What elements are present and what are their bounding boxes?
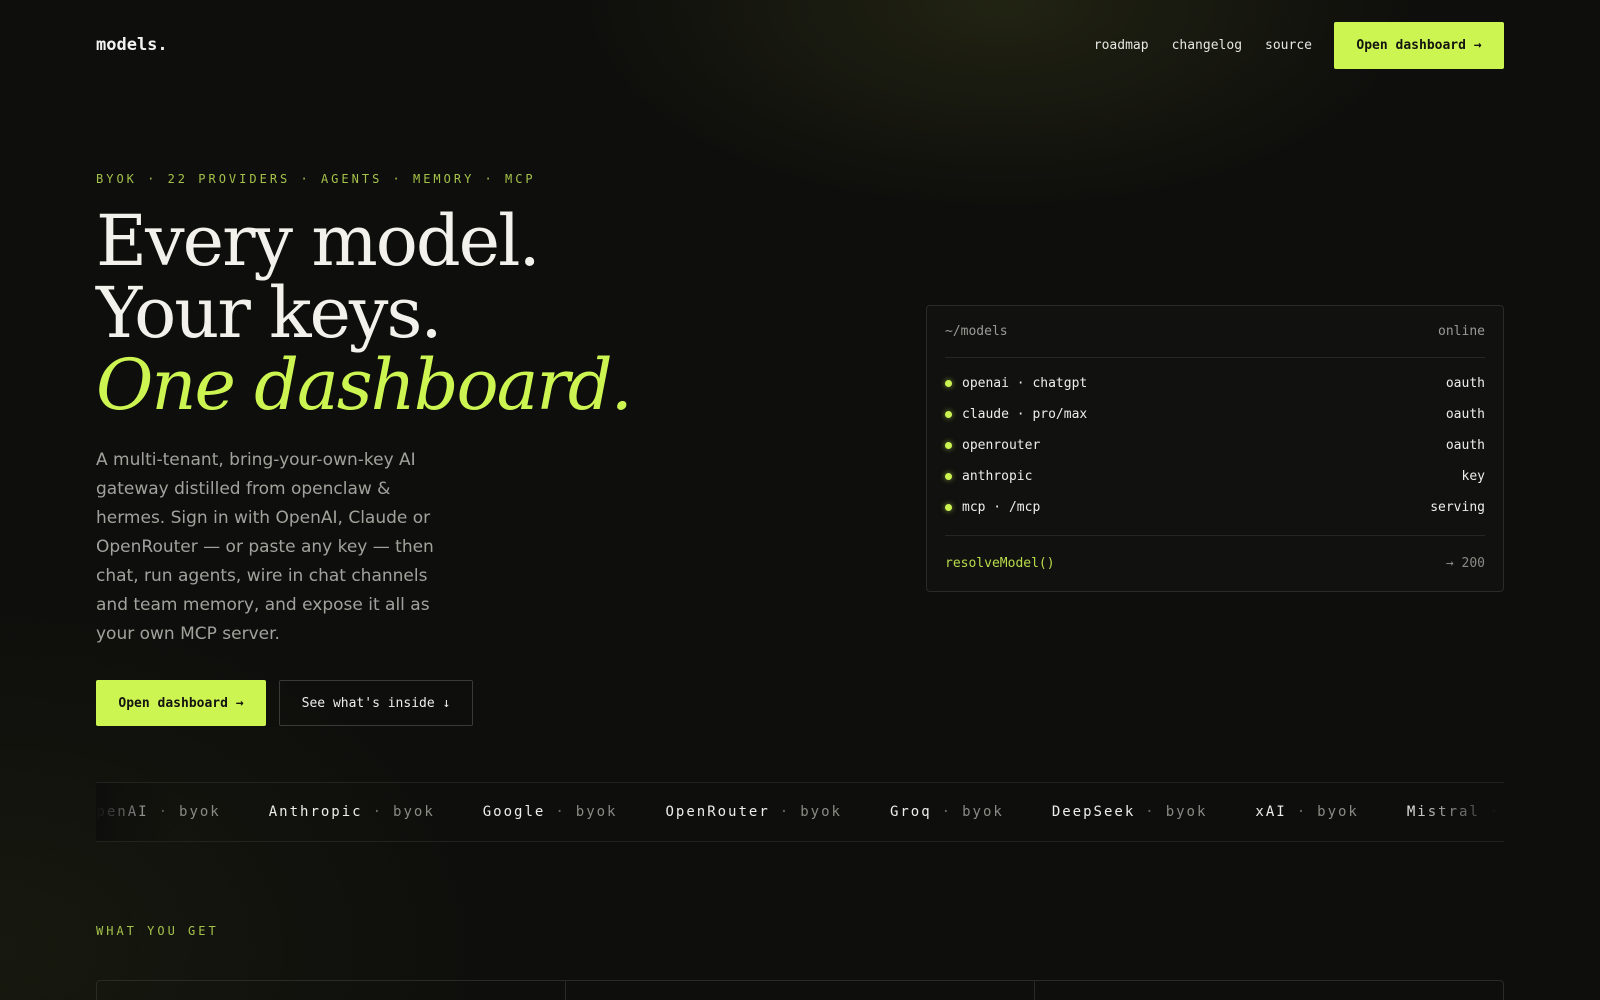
terminal-header: ~/models online (945, 306, 1485, 358)
feature-card (97, 981, 566, 1000)
provider-name: OpenRouter (665, 804, 770, 820)
open-dashboard-button[interactable]: Open dashboard → (96, 680, 266, 726)
nav-link-changelog[interactable]: changelog (1172, 38, 1242, 53)
features-grid (96, 980, 1504, 1000)
models-terminal-card: ~/models online openai · chatgpt oauth c… (926, 305, 1504, 592)
feature-card (566, 981, 1035, 1000)
separator: · (941, 804, 953, 820)
provider-name: Google (482, 804, 546, 820)
terminal-row-name: mcp · /mcp (962, 500, 1041, 515)
provider-tag: byok (1317, 804, 1359, 820)
terminal-rows: openai · chatgpt oauth claude · pro/max … (945, 358, 1485, 523)
terminal-row: openai · chatgpt oauth (945, 368, 1485, 399)
terminal-path: ~/models (945, 324, 1008, 339)
terminal-row-name: claude · pro/max (962, 407, 1088, 422)
separator: · (158, 804, 170, 820)
hero-headline: Every model. Your keys. One dashboard. (96, 200, 633, 426)
separator: · (1296, 804, 1308, 820)
provider-tag: byok (962, 804, 1004, 820)
nav-open-dashboard-button[interactable]: Open dashboard → (1334, 21, 1504, 69)
terminal-row-auth: oauth (1445, 376, 1485, 391)
terminal-row: anthropic key (945, 461, 1485, 492)
separator: · (779, 804, 791, 820)
marquee-item: Mistral·byok (1407, 804, 1504, 820)
terminal-row-auth: oauth (1445, 407, 1485, 422)
feature-card (1035, 981, 1503, 1000)
terminal-response: → 200 (1445, 556, 1485, 571)
terminal-row: openrouter oauth (945, 430, 1485, 461)
terminal-row-name: anthropic (962, 469, 1033, 484)
terminal-row: mcp · /mcp serving (945, 492, 1485, 523)
status-dot-icon (945, 442, 952, 449)
marquee-item: OpenAI · byok (96, 804, 221, 820)
provider-name: Anthropic (268, 804, 363, 820)
marquee-item: OpenRouter · byok (665, 804, 841, 820)
status-dot-icon (945, 411, 952, 418)
status-dot-icon (945, 473, 952, 480)
terminal-footer: resolveModel() → 200 (945, 535, 1485, 591)
terminal-status: online (1438, 324, 1485, 339)
provider-tag: byok (179, 804, 221, 820)
provider-name: Groq (889, 804, 932, 820)
nav-links: roadmap changelog source Open dashboard … (1071, 21, 1504, 69)
marquee-item: Anthropic · byok (269, 804, 435, 820)
see-whats-inside-button[interactable]: See what's inside ↓ (279, 680, 473, 726)
marquee-item: DeepSeek · byok (1052, 804, 1208, 820)
hero-description: A multi-tenant, bring-your-own-key AI ga… (96, 450, 434, 644)
separator: · (1489, 804, 1501, 820)
terminal-row-name: openai · chatgpt (962, 376, 1088, 391)
logo[interactable]: models. (96, 35, 168, 55)
separator: · (1145, 804, 1156, 820)
marquee-track: OpenAI · byok Anthropic · byok Google · byok O… (96, 783, 1504, 841)
marquee-item: Groq · byok (890, 804, 1004, 820)
headline-line-2: Your keys. (96, 272, 443, 354)
provider-tag: byok (575, 804, 618, 820)
headline-line-1: Every model. (96, 200, 541, 282)
terminal-row-name: openrouter (962, 438, 1041, 453)
what-you-get-label: WHAT YOU GET (96, 924, 219, 938)
separator: · (372, 804, 384, 820)
provider-tag: byok (393, 804, 435, 820)
status-dot-icon (945, 504, 952, 511)
provider-name: OpenAI (96, 804, 149, 820)
terminal-row: claude · pro/max oauth (945, 399, 1485, 430)
terminal-row-auth: serving (1430, 500, 1485, 515)
marquee-item: xAI · byok (1255, 804, 1358, 820)
status-dot-icon (945, 380, 952, 387)
terminal-function: resolveModel() (945, 556, 1055, 571)
provider-name: DeepSeek (1051, 804, 1136, 820)
hero-eyebrow: BYOK · 22 PROVIDERS · AGENTS · MEMORY · … (96, 172, 536, 186)
separator: · (555, 804, 566, 820)
headline-line-3: One dashboard. (96, 344, 633, 426)
top-nav: models. roadmap changelog source Open da… (96, 21, 1504, 69)
nav-link-roadmap[interactable]: roadmap (1094, 38, 1149, 53)
provider-name: Mistral (1406, 804, 1480, 820)
provider-name: xAI (1255, 804, 1287, 820)
marquee-item: Google · byok (483, 804, 618, 820)
terminal-row-auth: key (1461, 469, 1485, 484)
provider-tag: byok (800, 804, 842, 820)
terminal-row-auth: oauth (1445, 438, 1485, 453)
nav-link-source[interactable]: source (1265, 38, 1312, 53)
provider-marquee: OpenAI · byok Anthropic · byok Google · byok O… (96, 782, 1504, 842)
provider-tag: byok (1165, 804, 1208, 820)
